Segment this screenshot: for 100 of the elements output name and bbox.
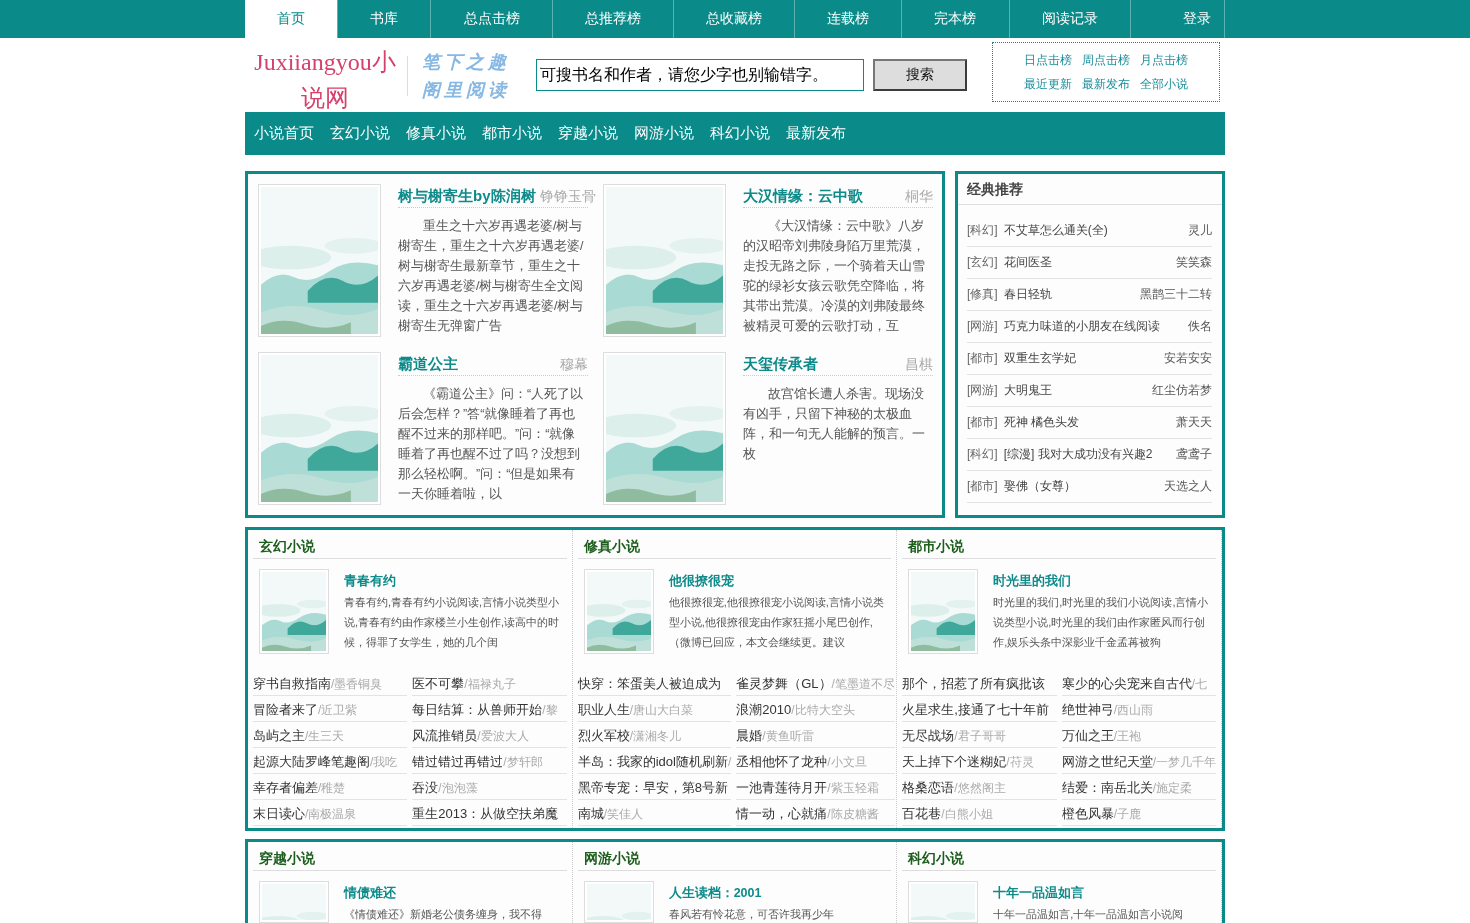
category-link[interactable]: 网游小说 (634, 124, 694, 143)
rank-link[interactable]: 最新发布 (1082, 72, 1130, 96)
book-title-link[interactable]: 医不可攀 (412, 676, 465, 691)
nav-tab[interactable]: 完本榜 (901, 0, 1009, 38)
login-link[interactable]: 登录 (1129, 0, 1225, 38)
book-title-link[interactable]: 格桑恋语 (902, 780, 955, 795)
nav-tab[interactable]: 总推荐榜 (551, 0, 673, 38)
book-title-link[interactable]: 职业人生 (577, 702, 630, 717)
category-link[interactable]: 小说首页 (254, 124, 314, 143)
author-name: /子鹿 (1113, 807, 1141, 821)
book-title-link[interactable]: 天上掉下个迷糊妃 (902, 754, 1007, 769)
book-title-link[interactable]: 幸存者偏差 (253, 780, 318, 795)
author-name: /一梦几千年 (1152, 755, 1216, 769)
book-title-link[interactable]: 百花巷 (902, 806, 942, 821)
section-heading: 玄幻小说 (253, 530, 567, 559)
nav-tab[interactable]: 阅读记录 (1008, 0, 1130, 38)
book-title-link[interactable]: 霸道公主 (398, 353, 458, 375)
category-link[interactable]: 最新发布 (786, 124, 846, 143)
book-title-link[interactable]: 晨婚 (736, 728, 763, 743)
category-tag: [玄幻] (967, 247, 998, 278)
rank-link[interactable]: 全部小说 (1140, 72, 1188, 96)
rank-link[interactable]: 周点击榜 (1082, 48, 1130, 72)
author-name: /笔墨道不尽 (831, 677, 895, 691)
book-title-link[interactable]: 巧克力味道的小朋友在线阅读 (1003, 311, 1188, 342)
book-title-link[interactable]: 起源大陆罗峰笔趣阁 (253, 754, 370, 769)
search-field[interactable]: 可搜书名和作者，请您少字也别输错字。 (536, 59, 864, 91)
book-title-link[interactable]: 青春有约 (344, 573, 567, 589)
book-title-link[interactable]: 橙色风暴 (1061, 806, 1114, 821)
author-name: /唐山大白菜 (629, 703, 693, 717)
nav-tab[interactable]: 书库 (337, 0, 431, 38)
book-title-link[interactable]: 双重生玄学妃 (1003, 343, 1164, 374)
book-title-link[interactable]: 雀灵梦舞（GL） (736, 676, 832, 691)
book-title-link[interactable]: 十年一品温如言 (993, 885, 1216, 901)
book-title-link[interactable]: 万仙之王 (1061, 728, 1114, 743)
book-title-link[interactable]: 死神 橘色头发 (1003, 407, 1176, 438)
book-title-link[interactable]: 那个，招惹了所有疯批该 (902, 676, 1046, 691)
book-title-link[interactable]: 他很撩很宠 (668, 573, 892, 589)
book-title-link[interactable]: 错过错过再错过 (412, 754, 504, 769)
book-title-link[interactable]: 无尽战场 (902, 728, 955, 743)
book-title-link[interactable]: 网游之世纪天堂 (1061, 754, 1153, 769)
rank-link[interactable]: 日点击榜 (1024, 48, 1072, 72)
book-title-link[interactable]: 岛屿之主 (253, 728, 305, 743)
search-button[interactable]: 搜索 (873, 59, 967, 91)
author-name: /我吃 (370, 755, 398, 769)
nav-tab[interactable]: 连载榜 (794, 0, 902, 38)
category-link[interactable]: 修真小说 (406, 124, 466, 143)
book-title-link[interactable]: 娶佛（女尊） (1003, 471, 1164, 502)
book-title-link[interactable]: 快穿：笨蛋美人被迫成为 (577, 676, 721, 691)
book-title-link[interactable]: 情债难还 (344, 885, 567, 901)
book-intro: 春风若有怜花意，可否许我再少年 (668, 907, 835, 922)
book-title-link[interactable]: 时光里的我们 (993, 573, 1216, 589)
book-title-link[interactable]: 春日轻轨 (1003, 279, 1140, 310)
site-logo[interactable]: Juxiiangyou小说网 (245, 38, 405, 116)
nav-tab[interactable]: 总点击榜 (430, 0, 552, 38)
author-name: /黄鱼听雷 (762, 729, 814, 743)
section-heading: 修真小说 (577, 530, 892, 559)
book-title-link[interactable]: 每日结算：从兽师开始 (412, 702, 543, 717)
book-title-link[interactable]: 大明鬼王 (1003, 375, 1152, 406)
book-title-link[interactable]: 天玺传承者 (743, 353, 818, 375)
book-title-link[interactable]: 浪潮2010 (736, 702, 792, 717)
book-title-link[interactable]: 丞相他怀了龙种 (736, 754, 828, 769)
book-title-link[interactable]: 吞没 (412, 780, 439, 795)
book-title-link[interactable]: 火星求生,接通了七十年前 (902, 702, 1049, 717)
book-intro: 青春有约,青春有约小说阅读,言情小说类型小说,青春有约由作家楼兰小生创作,读高中的时候，得罪了女学生，她的几个闺 (344, 595, 561, 650)
book-title-link[interactable]: 绝世神弓 (1061, 702, 1114, 717)
category-link[interactable]: 玄幻小说 (330, 124, 390, 143)
book-title-link[interactable]: 穿书自救指南 (253, 676, 331, 691)
author-name: /西山雨 (1113, 703, 1153, 717)
book-title-link[interactable]: 结爱：南岳北关 (1061, 780, 1153, 795)
rank-link[interactable]: 月点击榜 (1140, 48, 1188, 72)
category-link[interactable]: 都市小说 (482, 124, 542, 143)
book-intro: 时光里的我们,时光里的我们小说阅读,言情小说类型小说,时光里的我们由作家匿风而行创作,娱乐头条中深影业千金孟苒被狗 (993, 595, 1210, 650)
book-title-link[interactable]: 不艾草怎么通关(全) (1003, 215, 1188, 246)
author-name: 萧天天 (1176, 414, 1212, 431)
book-title-link[interactable]: 黑帝专宠：早安，第8号新 (577, 780, 728, 795)
rank-link[interactable]: 最近更新 (1024, 72, 1072, 96)
book-title-link[interactable]: 末日读心 (253, 806, 305, 821)
book-title-link[interactable]: 南城 (577, 806, 604, 821)
book-intro: 十年一品温如言,十年一品温如言小说阅 (993, 907, 1185, 922)
book-title-link[interactable]: 半岛：我家的idol随机刷新 (577, 754, 728, 769)
author-name: /笑佳人 (603, 807, 643, 821)
book-title-link[interactable]: [综漫] 我对大成功没有兴趣2 (1003, 439, 1176, 470)
category-tag: [都市] (967, 471, 998, 502)
nav-tab[interactable]: 首页 (245, 0, 338, 38)
book-title-link[interactable]: 重生2013：从做空扶弟魔 (412, 806, 559, 821)
book-title-link[interactable]: 一池青莲待月开 (736, 780, 828, 795)
book-title-link[interactable]: 人生读档：2001 (668, 885, 892, 901)
book-title-link[interactable]: 冒险者来了 (253, 702, 318, 717)
category-link[interactable]: 科幻小说 (710, 124, 770, 143)
author-name: /紫玉轻霜 (827, 781, 879, 795)
book-title-link[interactable]: 树与榭寄生by陈润树 (398, 185, 536, 207)
book-title-link[interactable]: 花间医圣 (1003, 247, 1176, 278)
book-title-link[interactable]: 情一动，心就痛 (736, 806, 828, 821)
book-title-link[interactable]: 大汉情缘：云中歌 (743, 185, 863, 207)
category-link[interactable]: 穿越小说 (558, 124, 618, 143)
book-title-link[interactable]: 寒少的心尖宠来自古代 (1061, 676, 1192, 691)
book-title-link[interactable]: 烈火军校 (577, 728, 630, 743)
nav-tab[interactable]: 总收藏榜 (672, 0, 795, 38)
author-name: /稚楚 (318, 781, 346, 795)
book-title-link[interactable]: 风流推销员 (412, 728, 478, 743)
